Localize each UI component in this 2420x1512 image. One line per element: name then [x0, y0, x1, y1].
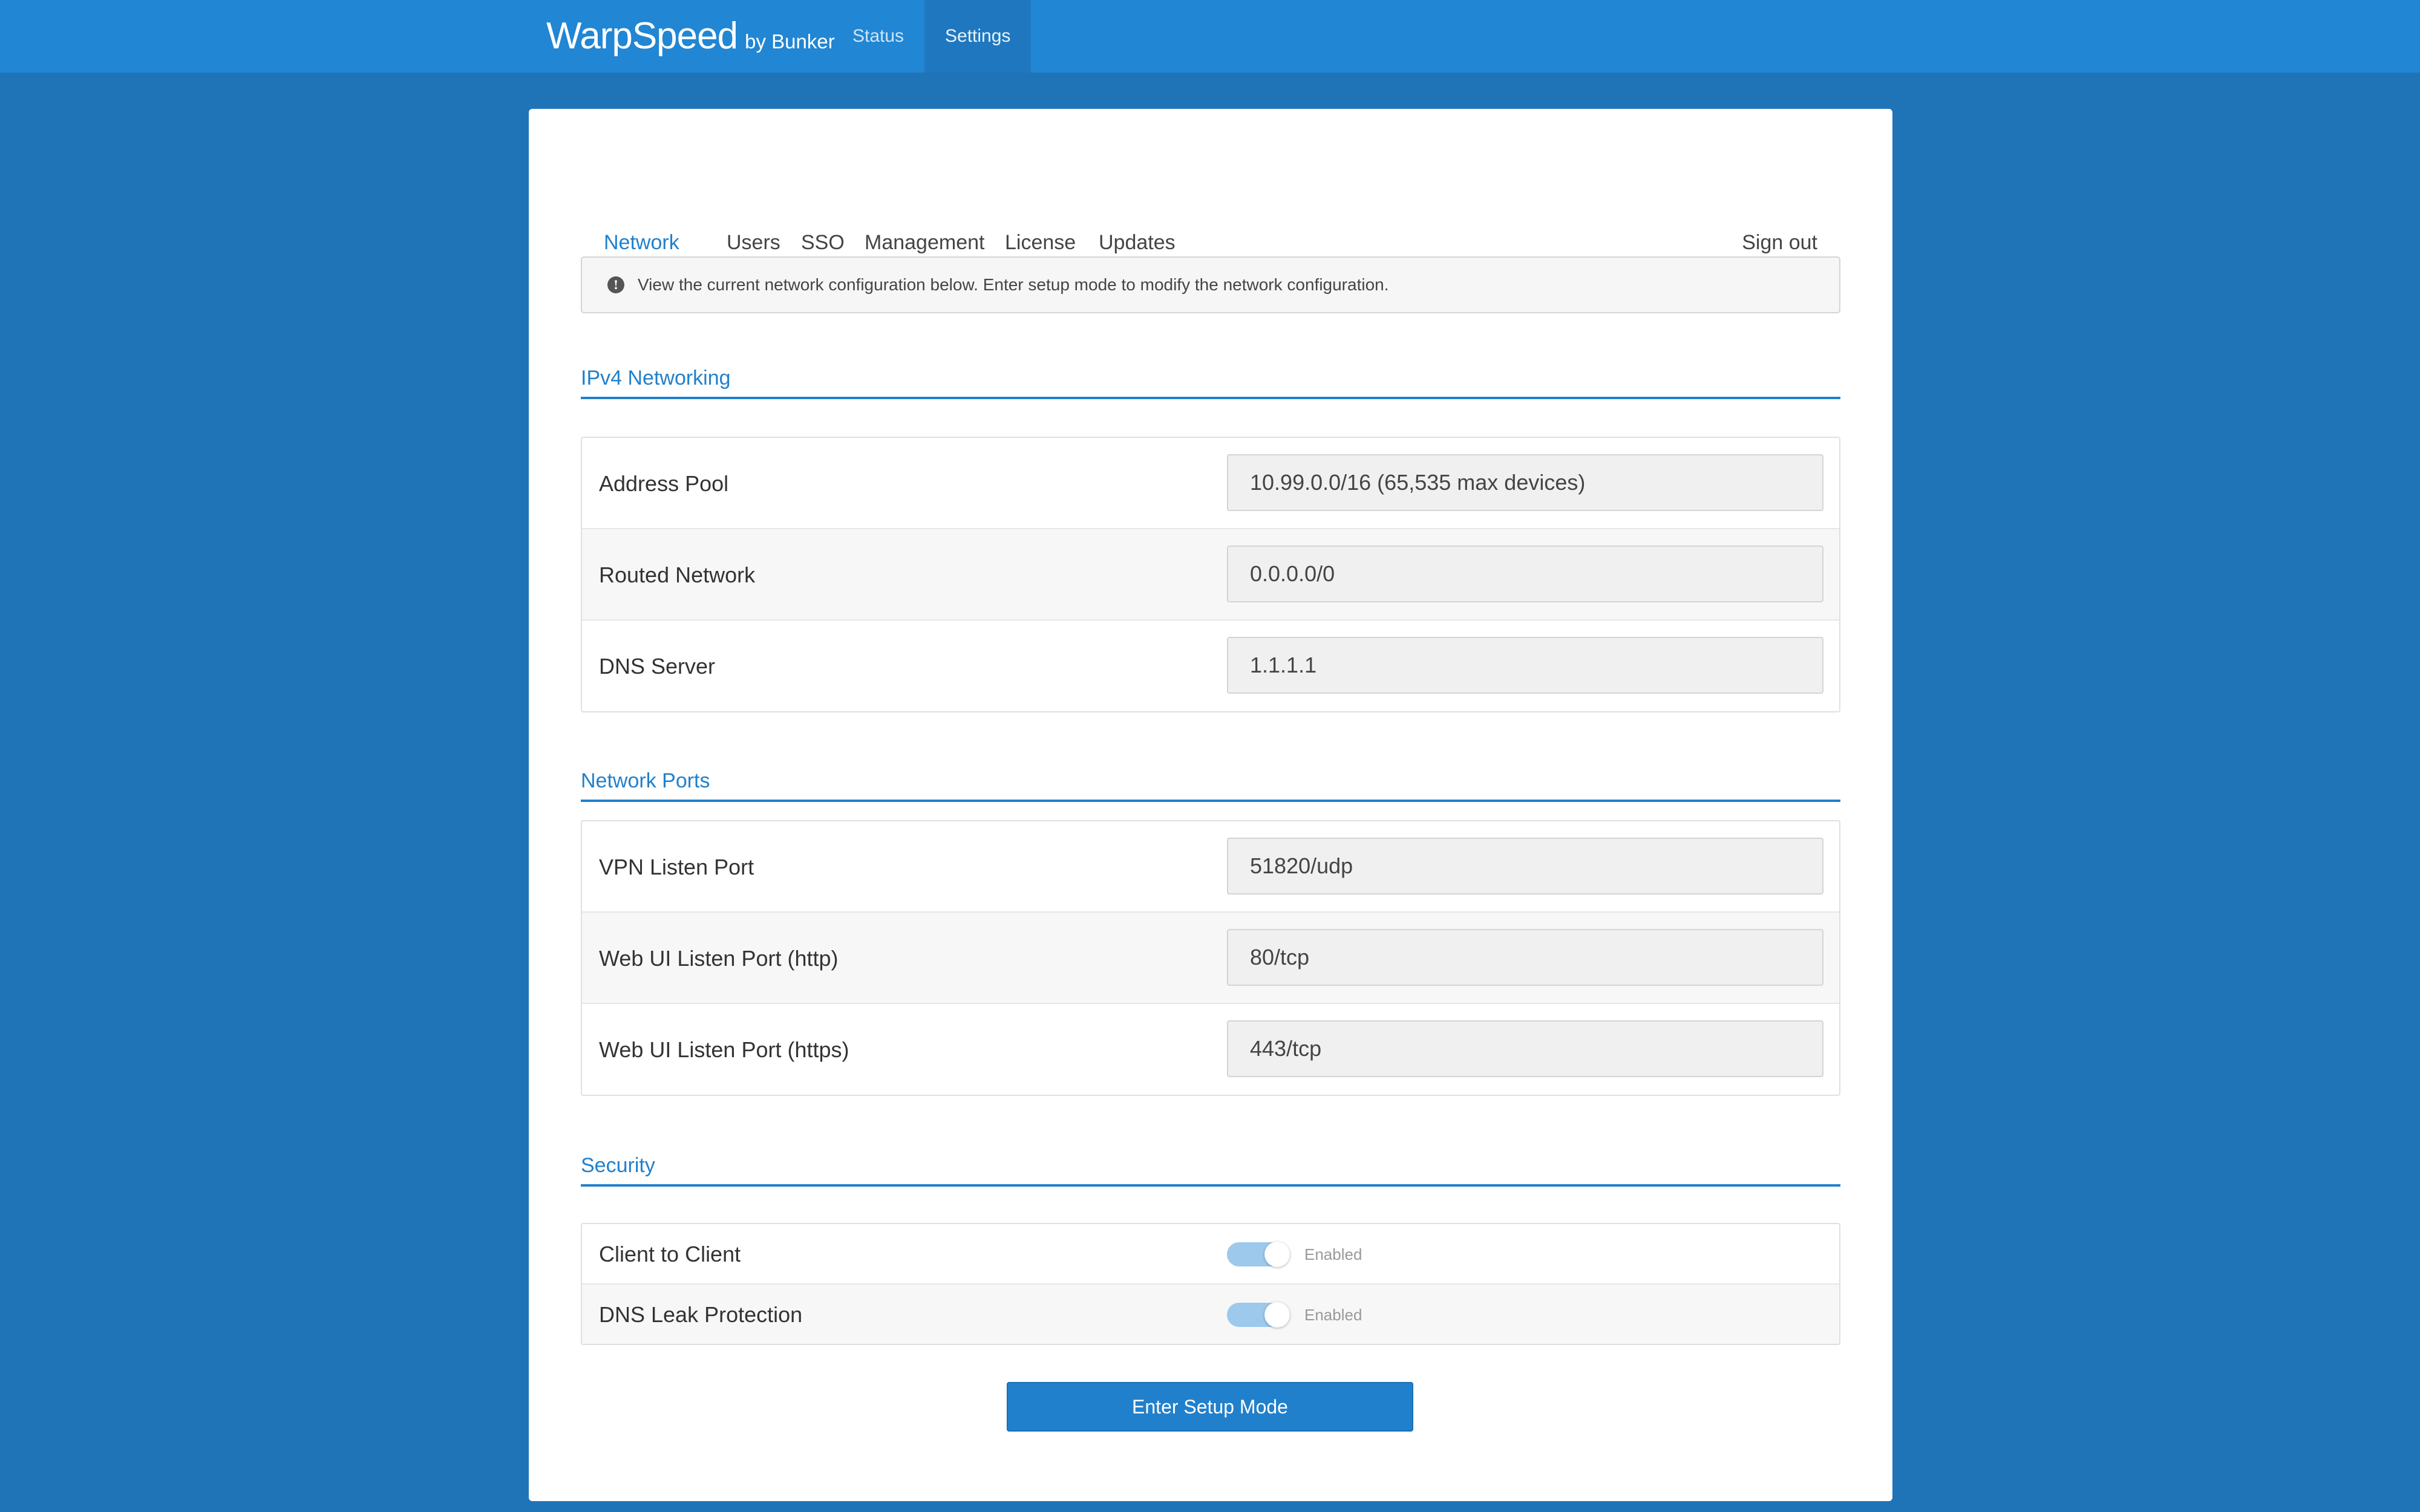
- vpn-port-field[interactable]: 51820/udp: [1227, 838, 1823, 894]
- row-label: Address Pool: [599, 471, 729, 496]
- section-header-security: Security: [581, 1149, 1840, 1187]
- row-label: Web UI Listen Port (http): [599, 946, 839, 971]
- ports-table: VPN Listen Port 51820/udp Web UI Listen …: [581, 820, 1840, 1096]
- client-to-client-toggle[interactable]: [1227, 1242, 1290, 1267]
- row-label: DNS Leak Protection: [599, 1302, 803, 1327]
- row-label: DNS Server: [599, 654, 716, 679]
- table-row: DNS Server 1.1.1.1: [582, 621, 1839, 711]
- table-row: DNS Leak Protection Enabled: [582, 1285, 1839, 1344]
- row-label: VPN Listen Port: [599, 855, 754, 879]
- https-port-field[interactable]: 443/tcp: [1227, 1020, 1823, 1077]
- table-row: Address Pool 10.99.0.0/16 (65,535 max de…: [582, 438, 1839, 529]
- row-label: Client to Client: [599, 1242, 741, 1266]
- routed-network-field[interactable]: 0.0.0.0/0: [1227, 546, 1823, 602]
- dns-server-field[interactable]: 1.1.1.1: [1227, 637, 1823, 694]
- row-label: Routed Network: [599, 562, 756, 587]
- nav-status-link[interactable]: Status: [832, 0, 924, 73]
- section-header-ports: Network Ports: [581, 764, 1840, 802]
- row-label: Web UI Listen Port (https): [599, 1037, 849, 1062]
- brand-name: WarpSpeed: [546, 15, 738, 57]
- table-row: Client to Client Enabled: [582, 1224, 1839, 1285]
- enter-setup-mode-button[interactable]: Enter Setup Mode: [1007, 1382, 1413, 1432]
- info-icon: !: [607, 276, 624, 293]
- brand-subtitle: by Bunker: [745, 30, 835, 53]
- dns-leak-protection-toggle[interactable]: [1227, 1302, 1290, 1328]
- toggle-wrap: Enabled: [1227, 1242, 1362, 1267]
- table-row: Web UI Listen Port (https) 443/tcp: [582, 1004, 1839, 1095]
- http-port-field[interactable]: 80/tcp: [1227, 929, 1823, 986]
- section-title-security: Security: [581, 1154, 655, 1177]
- toggle-state-label: Enabled: [1304, 1305, 1362, 1324]
- section-title-ipv4: IPv4 Networking: [581, 367, 731, 389]
- section-title-ports: Network Ports: [581, 769, 710, 792]
- address-pool-field[interactable]: 10.99.0.0/16 (65,535 max devices): [1227, 454, 1823, 511]
- toggle-knob: [1264, 1242, 1290, 1267]
- table-row: Routed Network 0.0.0.0/0: [582, 529, 1839, 621]
- settings-card: Network Users SSO Management License Upd…: [529, 109, 1892, 1501]
- toggle-knob: [1264, 1302, 1290, 1328]
- security-table: Client to Client Enabled DNS Leak Protec…: [581, 1223, 1840, 1345]
- section-header-ipv4: IPv4 Networking: [581, 362, 1840, 399]
- top-navbar: WarpSpeed by Bunker Status Settings: [0, 0, 2420, 73]
- toggle-wrap: Enabled: [1227, 1302, 1362, 1328]
- toggle-state-label: Enabled: [1304, 1245, 1362, 1263]
- ipv4-table: Address Pool 10.99.0.0/16 (65,535 max de…: [581, 437, 1840, 712]
- nav-settings-link[interactable]: Settings: [924, 0, 1032, 73]
- brand-logo[interactable]: WarpSpeed by Bunker: [546, 13, 835, 59]
- info-alert: ! View the current network configuration…: [581, 256, 1840, 313]
- table-row: VPN Listen Port 51820/udp: [582, 821, 1839, 913]
- alert-text: View the current network configuration b…: [638, 275, 1389, 294]
- table-row: Web UI Listen Port (http) 80/tcp: [582, 913, 1839, 1004]
